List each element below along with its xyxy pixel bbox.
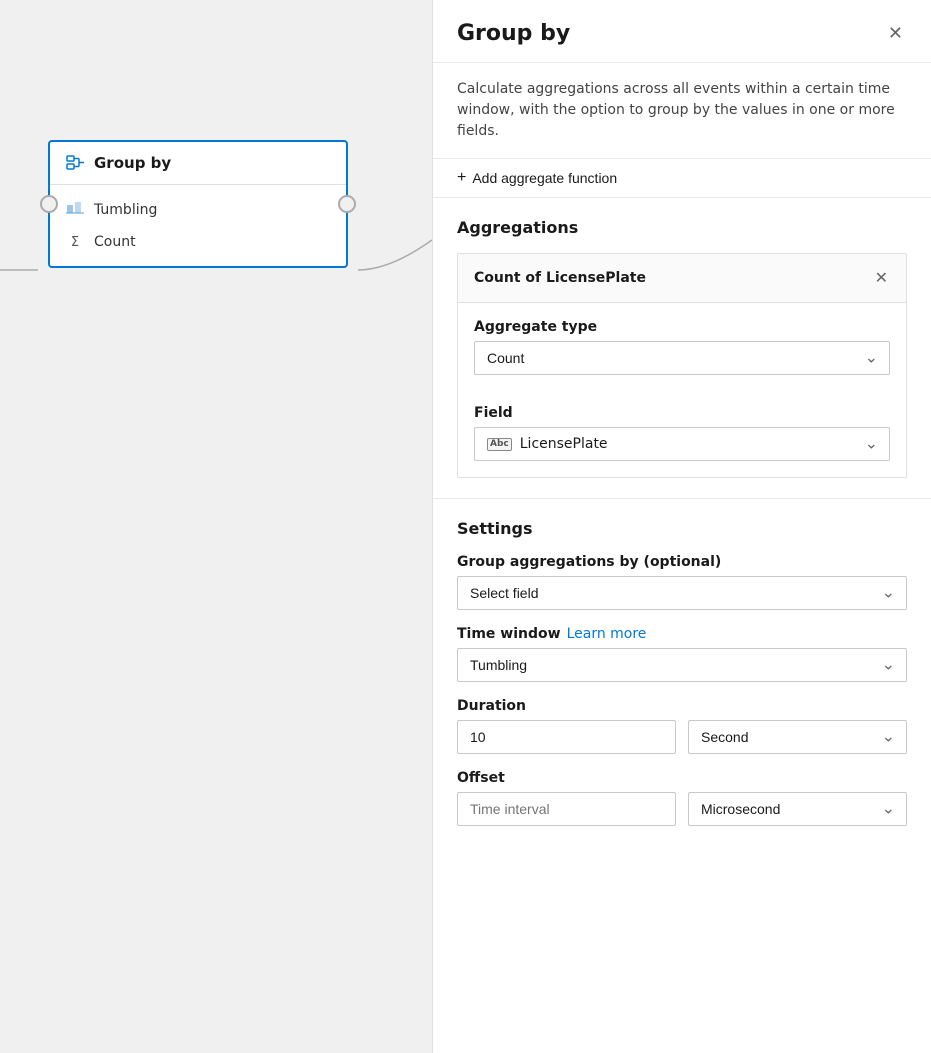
aggregations-section: Aggregations Count of LicensePlate ✕ Agg… [433, 198, 931, 499]
group-by-node[interactable]: Group by Tumbling Σ Count [48, 140, 348, 268]
duration-group: Duration Second Minute Hour [457, 698, 907, 754]
aggregate-type-dropdown-wrapper: Count Sum Average Max Min [474, 341, 890, 375]
plus-icon: + [457, 169, 466, 187]
group-by-group: Group aggregations by (optional) Select … [457, 554, 907, 610]
aggregation-name: Count of LicensePlate [474, 270, 646, 286]
time-window-label: Time window [457, 626, 561, 642]
group-by-label: Group aggregations by (optional) [457, 554, 907, 570]
learn-more-link[interactable]: Learn more [567, 626, 647, 642]
aggregate-type-label: Aggregate type [474, 319, 890, 335]
add-aggregate-function-button[interactable]: + Add aggregate function [433, 159, 931, 198]
settings-section: Settings Group aggregations by (optional… [433, 499, 931, 846]
aggregate-type-group: Aggregate type Count Sum Average Max Min [474, 319, 890, 375]
right-connector [338, 195, 356, 213]
tumbling-label: Tumbling [94, 202, 157, 218]
tumbling-icon [66, 201, 84, 218]
time-window-label-row: Time window Learn more [457, 626, 907, 642]
field-label: Field [474, 405, 890, 421]
duration-input-wrapper [457, 720, 676, 754]
canvas-area: Group by Tumbling Σ Count [0, 0, 432, 1053]
aggregation-close-button[interactable]: ✕ [873, 266, 890, 290]
group-by-icon [66, 155, 86, 171]
field-select-display[interactable]: Abc LicensePlate [474, 427, 890, 461]
offset-input-wrapper [457, 792, 676, 826]
time-window-dropdown-wrapper: Tumbling Hopping Sliding Session Snapsho… [457, 648, 907, 682]
offset-row: Microsecond Millisecond Second Minute Ho… [457, 792, 907, 826]
offset-group: Offset Microsecond Millisecond Second Mi… [457, 770, 907, 826]
count-label: Count [94, 234, 136, 250]
duration-unit-wrapper: Second Minute Hour [688, 720, 907, 754]
aggregations-section-title: Aggregations [457, 218, 907, 237]
offset-unit-wrapper: Microsecond Millisecond Second Minute Ho… [688, 792, 907, 826]
time-window-select[interactable]: Tumbling Hopping Sliding Session Snapsho… [457, 648, 907, 682]
node-header: Group by [50, 142, 346, 185]
offset-label: Offset [457, 770, 907, 786]
side-panel: Group by ✕ Calculate aggregations across… [432, 0, 931, 1053]
field-dropdown-wrapper: Abc LicensePlate [474, 427, 890, 461]
duration-row: Second Minute Hour [457, 720, 907, 754]
settings-title: Settings [457, 519, 907, 538]
left-connector [40, 195, 58, 213]
aggregation-header: Count of LicensePlate ✕ [458, 254, 906, 303]
time-window-group: Time window Learn more Tumbling Hopping … [457, 626, 907, 682]
node-item-tumbling: Tumbling [50, 193, 346, 226]
field-group: Field Abc LicensePlate [474, 405, 890, 461]
panel-close-button[interactable]: ✕ [884, 20, 907, 46]
add-function-label: Add aggregate function [472, 170, 617, 186]
group-by-dropdown-wrapper: Select field [457, 576, 907, 610]
offset-input[interactable] [457, 792, 676, 826]
node-title: Group by [94, 154, 171, 172]
node-item-count: Σ Count [50, 226, 346, 258]
duration-unit-select[interactable]: Second Minute Hour [688, 720, 907, 754]
offset-unit-select[interactable]: Microsecond Millisecond Second Minute Ho… [688, 792, 907, 826]
sigma-icon: Σ [66, 235, 84, 250]
field-value: LicensePlate [520, 436, 608, 452]
aggregation-body: Aggregate type Count Sum Average Max Min… [458, 303, 906, 477]
duration-input[interactable] [457, 720, 676, 754]
panel-description: Calculate aggregations across all events… [433, 63, 931, 159]
panel-title: Group by [457, 21, 570, 46]
aggregate-type-select[interactable]: Count Sum Average Max Min [474, 341, 890, 375]
panel-header: Group by ✕ [433, 0, 931, 63]
node-items: Tumbling Σ Count [50, 185, 346, 266]
group-by-select[interactable]: Select field [457, 576, 907, 610]
duration-label: Duration [457, 698, 907, 714]
aggregation-card: Count of LicensePlate ✕ Aggregate type C… [457, 253, 907, 478]
abc-icon: Abc [487, 438, 512, 451]
